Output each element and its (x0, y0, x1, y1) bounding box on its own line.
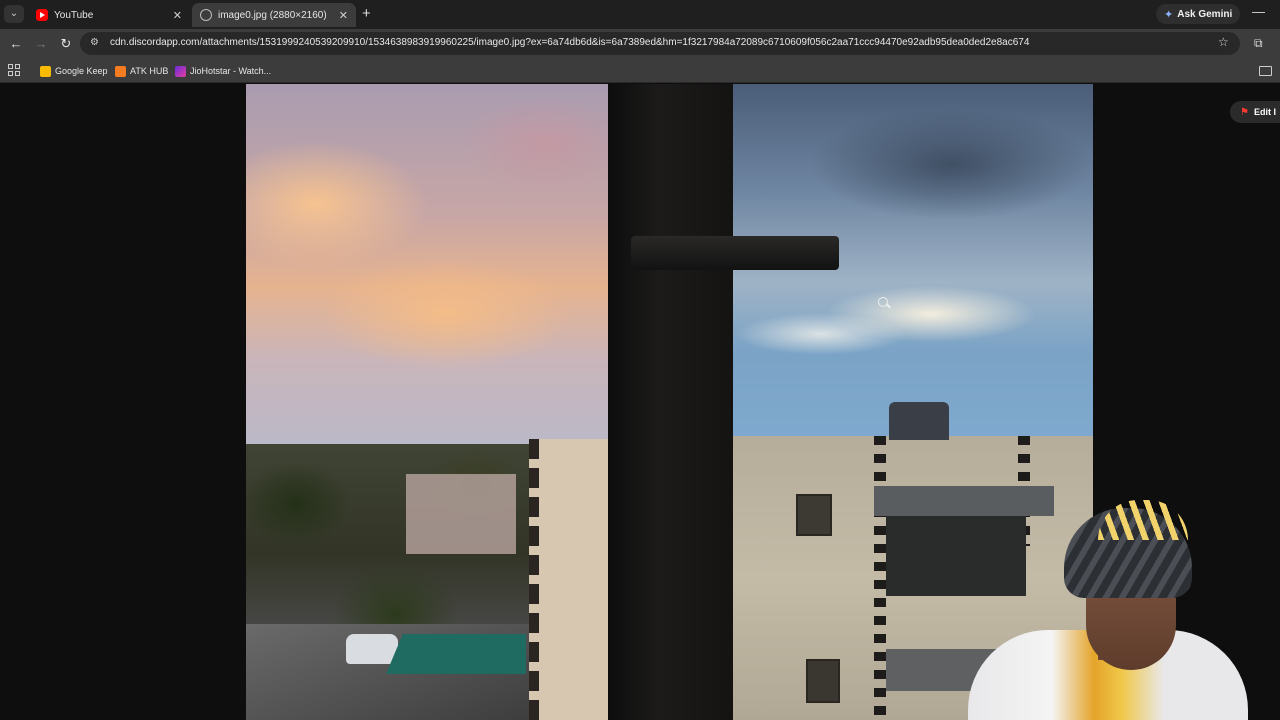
small-window (796, 494, 832, 536)
edit-label: Edit I (1253, 107, 1276, 117)
address-bar[interactable]: ⚙ cdn.discordapp.com/attachments/1531999… (80, 32, 1240, 55)
close-icon[interactable]: ✕ (339, 9, 348, 22)
distant-houses (406, 474, 516, 554)
keep-icon (40, 65, 51, 77)
tab-youtube[interactable]: YouTube ✕ (28, 3, 190, 27)
tab-strip: ⌄ YouTube ✕ image0.jpg (2880×2160) ✕ + ✦… (0, 0, 1280, 29)
extensions-icon[interactable]: ⧉ (1254, 36, 1268, 50)
bookmark-jiohotstar[interactable]: JioHotstar - Watch... (175, 63, 271, 79)
pdf-icon: ⚑ (1240, 106, 1249, 118)
back-icon[interactable]: ← (7, 35, 25, 53)
atk-icon (115, 65, 126, 77)
window-handle (631, 236, 839, 270)
window-frame (608, 84, 733, 720)
green-canopy (386, 634, 526, 674)
bookmarks-bar: Google Keep ATK HUB JioHotstar - Watch..… (0, 58, 1280, 83)
tab-image[interactable]: image0.jpg (2880×2160) ✕ (192, 3, 356, 27)
youtube-icon (36, 9, 48, 21)
tab-search-icon[interactable]: ⌄ (4, 5, 24, 23)
gemini-spark-icon: ✦ (1164, 8, 1174, 21)
apps-grid-icon[interactable] (8, 64, 20, 76)
white-car (346, 634, 398, 664)
ask-gemini-button[interactable]: ✦ Ask Gemini (1156, 4, 1241, 24)
ask-gemini-label: Ask Gemini (1177, 8, 1233, 20)
jio-icon (175, 65, 186, 77)
minimize-icon[interactable]: — (1252, 4, 1265, 19)
brick-edge (874, 436, 886, 720)
new-tab-icon[interactable]: + (362, 5, 371, 23)
avatar-hair-tips (1098, 500, 1188, 540)
bookmark-label: ATK HUB (130, 66, 169, 76)
zoom-cursor-icon (878, 297, 888, 307)
sunset-sky (246, 84, 608, 454)
bookmark-label: Google Keep (55, 66, 108, 76)
displayed-photo[interactable] (246, 84, 1093, 720)
close-icon[interactable]: ✕ (173, 9, 182, 22)
bookmark-google-keep[interactable]: Google Keep (40, 63, 108, 79)
folder-icon[interactable] (1259, 66, 1272, 76)
bookmark-atk-hub[interactable]: ATK HUB (115, 63, 168, 79)
small-window (806, 659, 840, 703)
edit-pdf-button[interactable]: ⚑ Edit I (1230, 101, 1280, 123)
reload-icon[interactable]: ↻ (57, 35, 75, 53)
bookmark-star-icon[interactable]: ☆ (1218, 35, 1229, 49)
building-left (529, 439, 611, 720)
streamer-avatar (968, 500, 1248, 720)
forward-icon[interactable]: → (32, 35, 50, 53)
globe-icon (200, 9, 212, 21)
tab-title: YouTube (54, 9, 94, 21)
toolbar: ← → ↻ ⚙ cdn.discordapp.com/attachments/1… (0, 29, 1280, 58)
url-text[interactable]: cdn.discordapp.com/attachments/153199924… (110, 37, 1029, 48)
site-info-icon[interactable]: ⚙ (90, 37, 102, 49)
tab-title: image0.jpg (2880×2160) (218, 9, 327, 21)
bookmark-label: JioHotstar - Watch... (190, 66, 272, 76)
water-tank (889, 402, 949, 440)
